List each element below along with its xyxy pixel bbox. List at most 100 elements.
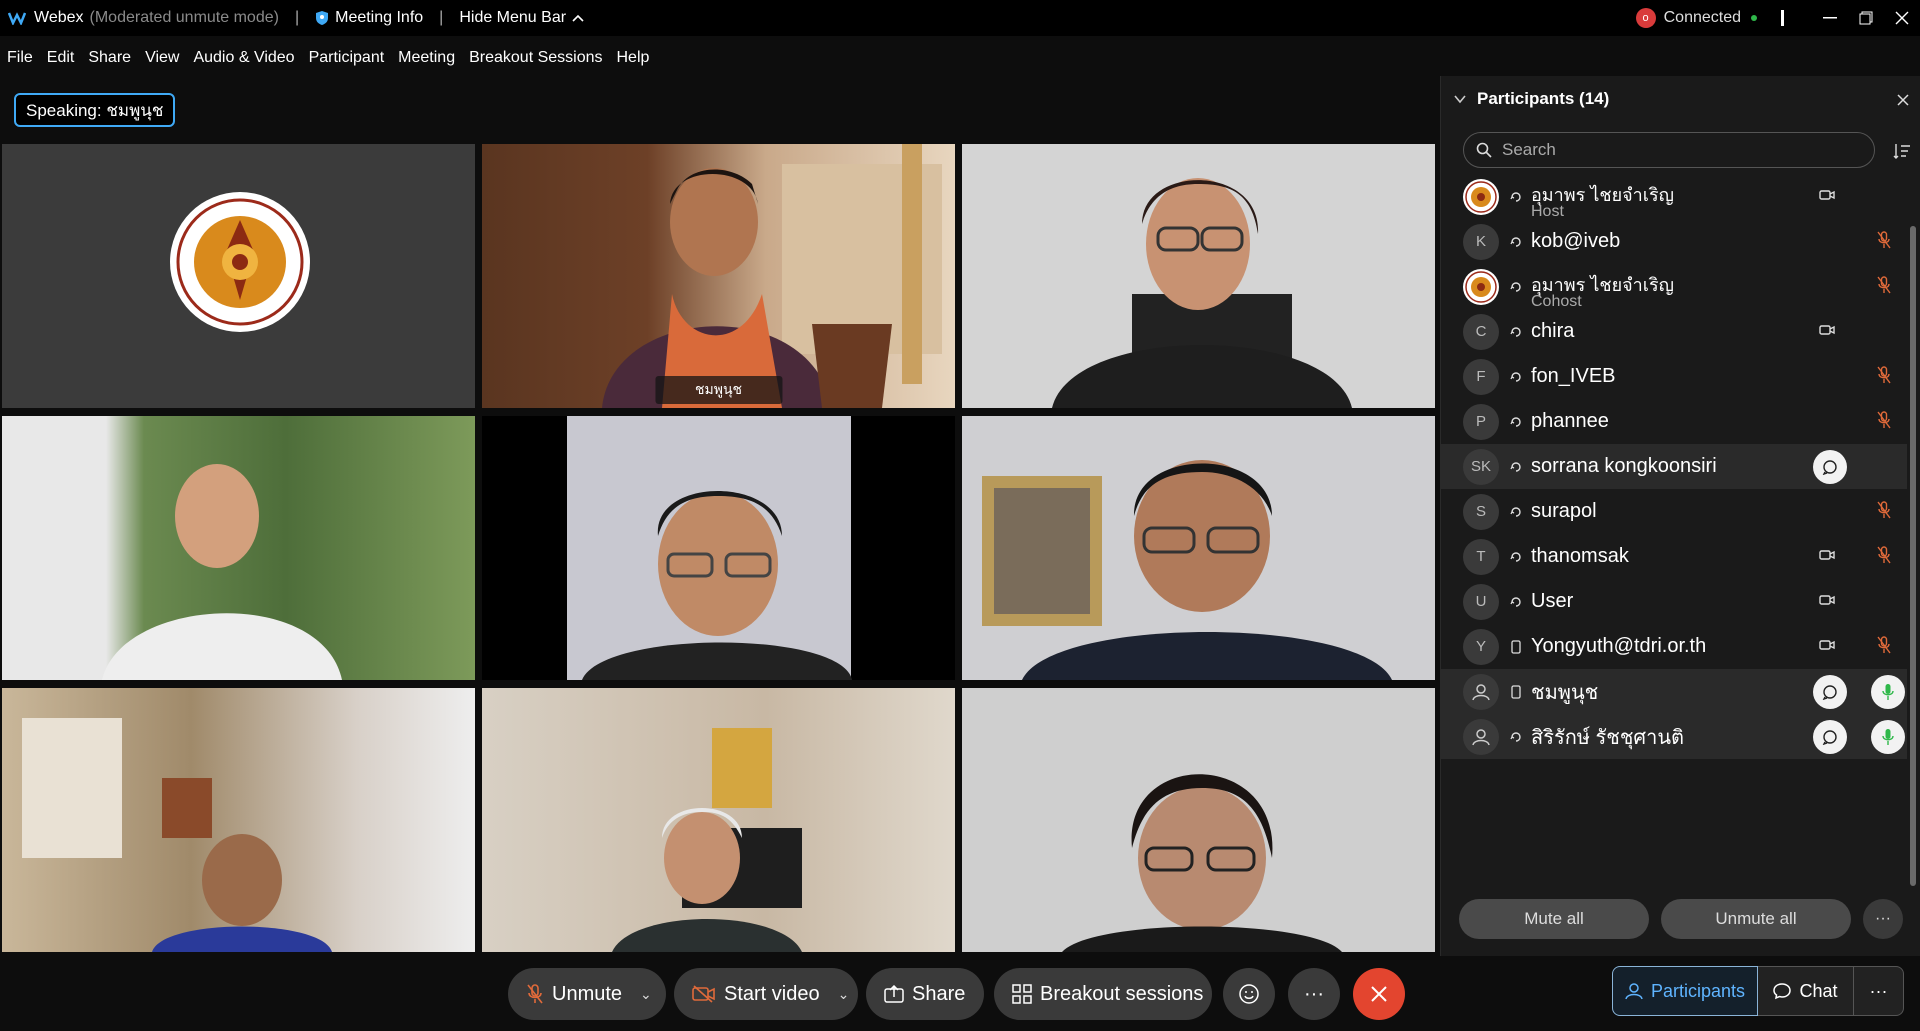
avatar-logo-icon xyxy=(1463,178,1499,215)
participant-row[interactable]: Tthanomsak xyxy=(1441,534,1907,579)
video-tile-5[interactable] xyxy=(482,416,955,680)
chevron-down-icon[interactable]: ⌄ xyxy=(838,986,850,1003)
menu-participant[interactable]: Participant xyxy=(302,49,392,67)
participant-row[interactable]: U User xyxy=(1441,579,1907,624)
video-tile-active-speaker[interactable]: ชมพูนุช xyxy=(482,144,955,408)
close-icon xyxy=(1897,94,1909,106)
video-tile-logo[interactable] xyxy=(2,144,475,408)
leave-meeting-button[interactable] xyxy=(1353,968,1405,1020)
participants-tab[interactable]: Participants xyxy=(1612,966,1758,1016)
sort-button[interactable] xyxy=(1889,138,1915,164)
avatar-initials: C xyxy=(1463,313,1499,350)
chat-bubble-button[interactable] xyxy=(1813,449,1847,484)
unmute-all-button[interactable]: Unmute all xyxy=(1661,899,1851,939)
avatar-initials: Y xyxy=(1463,628,1499,665)
participant-row[interactable]: Pphannee xyxy=(1441,399,1907,444)
mic-muted-icon[interactable] xyxy=(1877,365,1895,388)
participant-row[interactable]: Ffon_IVEB xyxy=(1441,354,1907,399)
breakout-grid-icon xyxy=(1012,984,1032,1004)
mic-icon xyxy=(1882,683,1894,700)
participants-scrollbar[interactable] xyxy=(1910,226,1916,886)
scrollbar-thumb[interactable] xyxy=(1910,226,1916,886)
video-tile-4[interactable] xyxy=(2,416,475,680)
menu-meeting[interactable]: Meeting xyxy=(391,49,462,67)
chat-tab[interactable]: Chat xyxy=(1758,966,1854,1016)
webex-logo-icon xyxy=(8,9,26,27)
participant-row[interactable]: Ssurapol xyxy=(1441,489,1907,534)
close-window-button[interactable] xyxy=(1884,0,1920,36)
menu-bar: File Edit Share View Audio & Video Parti… xyxy=(0,40,656,76)
reactions-button[interactable] xyxy=(1223,968,1275,1020)
video-camera-icon xyxy=(1819,188,1841,206)
participant-name: sorrana kongkoonsiri xyxy=(1531,455,1717,477)
participant-row[interactable]: SK sorrana kongkoonsiri xyxy=(1441,444,1907,489)
chat-bubble-button[interactable] xyxy=(1813,719,1847,754)
share-button[interactable]: Share xyxy=(866,968,984,1020)
minimize-button[interactable] xyxy=(1812,0,1848,36)
menu-audio-video[interactable]: Audio & Video xyxy=(186,49,301,67)
more-options-button[interactable]: ··· xyxy=(1288,968,1340,1020)
mic-muted-icon[interactable] xyxy=(1877,230,1895,253)
mic-muted-icon[interactable] xyxy=(1877,635,1895,658)
menu-breakout-sessions[interactable]: Breakout Sessions xyxy=(462,49,609,67)
menu-view[interactable]: View xyxy=(138,49,186,67)
mic-muted-icon[interactable] xyxy=(1877,410,1895,433)
panel-tabs-more-button[interactable]: ··· xyxy=(1854,966,1904,1016)
computer-audio-icon xyxy=(1507,503,1525,521)
avatar-person-icon xyxy=(1463,718,1499,755)
participant-row[interactable]: อุมาพร ไชยจำเริญ Cohost xyxy=(1441,264,1907,310)
start-video-button[interactable]: Start video ⌄ xyxy=(674,968,858,1020)
chat-bubble-button[interactable] xyxy=(1813,674,1847,709)
share-label: Share xyxy=(912,982,966,1005)
close-icon xyxy=(1895,11,1909,25)
close-panel-button[interactable] xyxy=(1897,90,1909,111)
computer-audio-icon xyxy=(1507,593,1525,611)
panel-more-button[interactable]: ··· xyxy=(1863,899,1903,939)
mute-all-button[interactable]: Mute all xyxy=(1459,899,1649,939)
title-bar: Webex (Moderated unmute mode) | Meeting … xyxy=(0,0,1920,36)
hide-menu-bar-button[interactable]: Hide Menu Bar xyxy=(459,9,584,27)
participant-row[interactable]: ชมพูนุช xyxy=(1441,669,1907,714)
video-grid: ชมพูนุช xyxy=(0,144,1438,956)
participant-video-feed xyxy=(582,491,852,680)
share-icon xyxy=(884,985,904,1003)
video-tile-7[interactable] xyxy=(2,688,475,952)
unmute-mode-label: (Moderated unmute mode) xyxy=(89,9,279,26)
menu-help[interactable]: Help xyxy=(610,49,657,67)
participant-row[interactable]: Kkob@iveb xyxy=(1441,219,1907,264)
participant-row[interactable]: Y Yongyuth@tdri.or.th xyxy=(1441,624,1907,669)
menu-share[interactable]: Share xyxy=(81,49,138,67)
chat-icon xyxy=(1822,729,1837,745)
unmute-button[interactable]: Unmute ⌄ xyxy=(508,968,666,1020)
mic-on-button[interactable] xyxy=(1871,674,1905,709)
participant-name: ชมพูนุช xyxy=(1531,681,1599,704)
video-tile-6[interactable] xyxy=(962,416,1435,680)
computer-audio-icon xyxy=(1507,323,1525,341)
video-tile-3[interactable] xyxy=(962,144,1435,408)
menu-edit[interactable]: Edit xyxy=(40,49,82,67)
restore-button[interactable] xyxy=(1848,0,1884,36)
title-separator-2: | xyxy=(439,9,444,26)
connected-dot-icon xyxy=(1751,15,1757,21)
participants-tab-label: Participants xyxy=(1650,980,1746,1001)
participant-row[interactable]: สิริรักษ์ รัชชุศานติ xyxy=(1441,714,1907,759)
participant-video-feed xyxy=(602,144,942,408)
active-speaker-nameplate: ชมพูนุช xyxy=(654,376,783,404)
menu-file[interactable]: File xyxy=(0,49,40,67)
chevron-down-icon[interactable]: ⌄ xyxy=(640,986,652,1003)
video-tile-9[interactable] xyxy=(962,688,1435,952)
participant-search-input[interactable]: Search xyxy=(1463,132,1875,168)
chevron-down-icon[interactable] xyxy=(1453,92,1467,106)
video-tile-8[interactable] xyxy=(482,688,955,952)
mic-muted-icon[interactable] xyxy=(1877,275,1895,298)
participant-row[interactable]: อุมาพร ไชยจำเริญ Host xyxy=(1441,174,1907,220)
meeting-toolbar: Unmute ⌄ Start video ⌄ Share Breakout se… xyxy=(0,956,1920,1031)
participant-name: thanomsak xyxy=(1531,545,1629,567)
meeting-info-button[interactable]: Meeting Info xyxy=(315,9,423,27)
mic-muted-icon[interactable] xyxy=(1877,500,1895,523)
video-camera-icon xyxy=(1819,593,1841,611)
mic-muted-icon[interactable] xyxy=(1877,545,1895,568)
breakout-sessions-button[interactable]: Breakout sessions xyxy=(994,968,1212,1020)
participant-row[interactable]: Cchira xyxy=(1441,309,1907,354)
mic-on-button[interactable] xyxy=(1871,719,1905,754)
